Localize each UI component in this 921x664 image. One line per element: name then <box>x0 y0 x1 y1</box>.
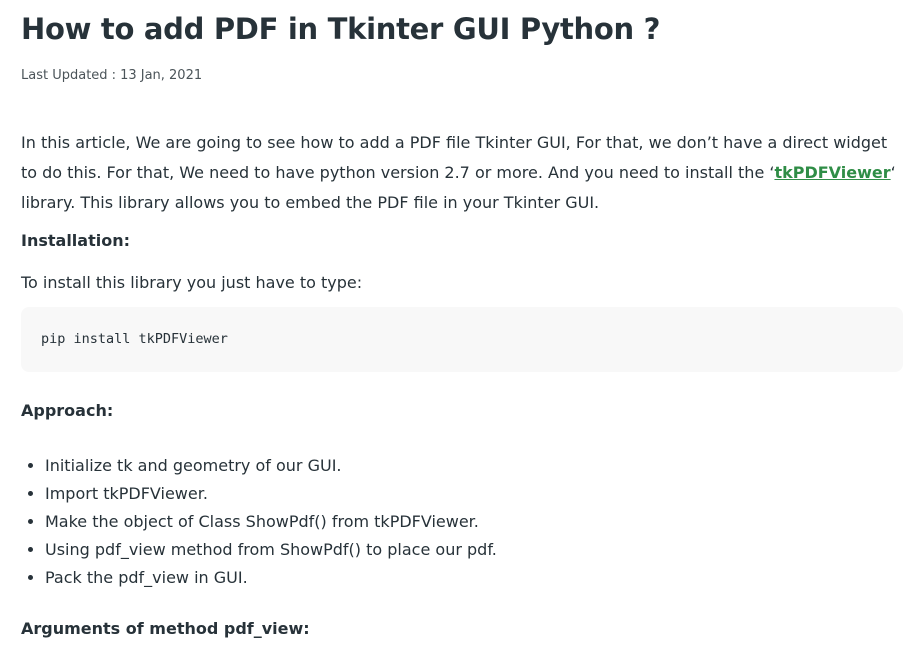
install-instruction: To install this library you just have to… <box>21 273 363 292</box>
last-updated-label: Last Updated : <box>21 68 117 83</box>
list-item: Using pdf_view method from ShowPdf() to … <box>45 536 497 564</box>
last-updated-date: 13 Jan, 2021 <box>120 68 203 83</box>
list-item: Make the object of Class ShowPdf() from … <box>45 508 497 536</box>
list-item: Initialize tk and geometry of our GUI. <box>45 452 497 480</box>
article-title: How to add PDF in Tkinter GUI Python ? <box>21 12 661 46</box>
code-block: pip install tkPDFViewer <box>21 307 903 372</box>
approach-heading: Approach: <box>21 401 114 420</box>
last-updated: Last Updated :13 Jan, 2021 <box>21 68 202 83</box>
tkpdfviewer-link[interactable]: tkPDFViewer <box>774 163 890 182</box>
list-item: Import tkPDFViewer. <box>45 480 497 508</box>
approach-steps: Initialize tk and geometry of our GUI. I… <box>21 452 497 592</box>
intro-paragraph: In this article, We are going to see how… <box>21 128 906 218</box>
article: How to add PDF in Tkinter GUI Python ? L… <box>0 0 921 664</box>
arguments-heading: Arguments of method pdf_view: <box>21 619 310 638</box>
install-command[interactable]: pip install tkPDFViewer <box>41 331 228 347</box>
intro-text-before: In this article, We are going to see how… <box>21 133 888 182</box>
installation-heading: Installation: <box>21 231 130 250</box>
list-item: Pack the pdf_view in GUI. <box>45 564 497 592</box>
